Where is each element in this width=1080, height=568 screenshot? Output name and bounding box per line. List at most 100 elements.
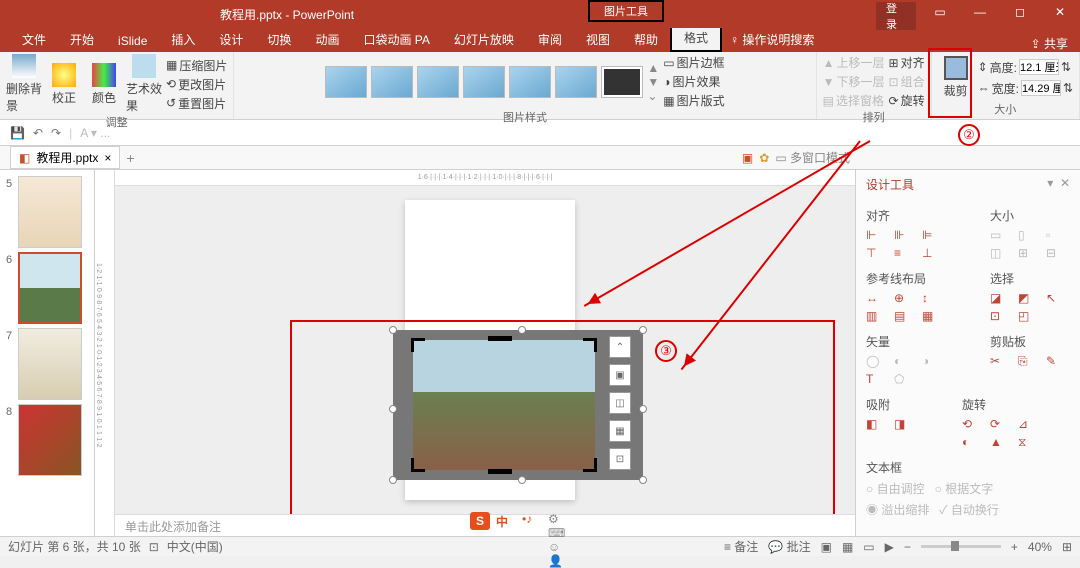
comments-toggle[interactable]: 💬 批注 — [768, 538, 810, 555]
sel-handle[interactable] — [518, 476, 526, 484]
picture-style-4[interactable] — [463, 66, 505, 98]
snap-1-icon[interactable]: ◧ — [866, 417, 884, 431]
guide-2-icon[interactable]: ⊕ — [894, 291, 912, 305]
tab-home[interactable]: 开始 — [58, 27, 106, 52]
view-normal-icon[interactable]: ▣ — [821, 540, 832, 554]
guide-1-icon[interactable]: ↔ — [866, 291, 884, 305]
align-center-icon[interactable]: ⊪ — [894, 228, 912, 242]
vec-2-icon[interactable]: ◐ — [894, 354, 912, 368]
thumb-7[interactable]: 7 — [6, 328, 88, 400]
tab-help[interactable]: 帮助 — [622, 27, 670, 52]
align-right-icon[interactable]: ⊫ — [922, 228, 940, 242]
crop-edge-top[interactable] — [488, 336, 512, 341]
redo-icon[interactable]: ↷ — [51, 126, 61, 140]
change-picture-button[interactable]: ⟲ 更改图片 — [166, 76, 227, 93]
rotate-button[interactable]: ⟳ 旋转 — [889, 92, 925, 109]
zoom-value[interactable]: 40% — [1028, 540, 1052, 554]
sel-handle[interactable] — [389, 476, 397, 484]
selection-pane-button[interactable]: ▤ 选择窗格 — [823, 92, 885, 109]
sel-handle[interactable] — [389, 326, 397, 334]
vec-1-icon[interactable]: ◯ — [866, 354, 884, 368]
thumb-8[interactable]: 8 — [6, 404, 88, 476]
color-button[interactable]: 颜色 — [86, 63, 122, 106]
crop-edge-bottom[interactable] — [488, 469, 512, 474]
undo-icon[interactable]: ↶ — [33, 126, 43, 140]
slide-thumbnails[interactable]: 5 6 7 8 — [0, 170, 95, 536]
sel-3-icon[interactable]: ↖ — [1046, 291, 1064, 305]
tab-review[interactable]: 审阅 — [526, 27, 574, 52]
contextual-tab-picture-tools[interactable]: 图片工具 — [588, 0, 664, 22]
slide-canvas[interactable]: 1·6·|·|·|·1·4·|·|·|·1·2·|·|·|·1·0·|·|·|·… — [115, 170, 855, 536]
opt-auto[interactable]: ○ 自由调控 — [866, 480, 925, 497]
thumb-5[interactable]: 5 — [6, 176, 88, 248]
sel-4-icon[interactable]: ⊡ — [990, 309, 1008, 323]
view-slideshow-icon[interactable]: ▶ — [885, 540, 894, 554]
slide-counter[interactable]: 幻灯片 第 6 张，共 10 张 — [8, 538, 141, 555]
tab-slideshow[interactable]: 幻灯片放映 — [442, 27, 526, 52]
rot-4-icon[interactable]: ◐ — [962, 435, 980, 449]
crop-corner-br[interactable] — [583, 458, 597, 472]
size-3-icon[interactable]: ⊟ — [1046, 246, 1064, 260]
sel-5-icon[interactable]: ◰ — [1018, 309, 1036, 323]
document-tab[interactable]: ◧ 教程用.pptx × — [10, 146, 120, 169]
tab-pocket[interactable]: 口袋动画 PA — [351, 27, 441, 52]
vec-t-icon[interactable]: T — [866, 372, 884, 386]
send-backward-button[interactable]: ▼ 下移一层 — [823, 73, 885, 90]
close-button[interactable]: ✕ — [1040, 0, 1080, 26]
save-icon[interactable]: 💾 — [10, 126, 25, 140]
crop-corner-tr[interactable] — [583, 338, 597, 352]
maximize-button[interactable]: ◻ — [1000, 0, 1040, 26]
artistic-effects-button[interactable]: 艺术效果 — [126, 54, 162, 114]
picture-style-1[interactable] — [325, 66, 367, 98]
picture-effects-button[interactable]: ◑ 图片效果 — [663, 73, 724, 90]
height-input[interactable] — [1019, 59, 1059, 75]
clip-3-icon[interactable]: ✎ — [1046, 354, 1064, 368]
width-field[interactable]: ⇔宽度:⇅ — [978, 80, 1073, 97]
rot-2-icon[interactable]: ⟳ — [990, 417, 1008, 431]
selected-image[interactable]: ⌃ ▣ ◫ ▦ ⊡ — [393, 330, 643, 480]
clip-2-icon[interactable]: ⎘ — [1018, 354, 1036, 368]
crop-corner-bl[interactable] — [411, 458, 425, 472]
size-w-icon[interactable]: ▭ — [990, 228, 1008, 242]
spelling-icon[interactable]: ⊡ — [149, 540, 159, 554]
vec-4-icon[interactable]: ⬠ — [894, 372, 912, 386]
tab-design[interactable]: 设计 — [207, 27, 255, 52]
size-2-icon[interactable]: ⊞ — [1018, 246, 1036, 260]
guide-5-icon[interactable]: ▤ — [894, 309, 912, 323]
picture-style-6[interactable] — [555, 66, 597, 98]
float-tool-3[interactable]: ◫ — [609, 392, 631, 414]
new-tab-button[interactable]: + — [126, 150, 134, 166]
opt-autowrap[interactable]: ✓ 自动换行 — [939, 501, 999, 518]
align-left-icon[interactable]: ⊩ — [866, 228, 884, 242]
tab-insert[interactable]: 插入 — [159, 27, 207, 52]
opt-overflow[interactable]: ◉ 溢出缩排 — [866, 501, 929, 518]
snap-2-icon[interactable]: ◨ — [894, 417, 912, 431]
view-reading-icon[interactable]: ▭ — [863, 540, 874, 554]
tab-islide[interactable]: iSlide — [106, 30, 159, 52]
tab-file[interactable]: 文件 — [10, 27, 58, 52]
view-sorter-icon[interactable]: ▦ — [842, 540, 853, 554]
sel-handle[interactable] — [518, 326, 526, 334]
align-top-icon[interactable]: ⊤ — [866, 246, 884, 260]
remove-background-button[interactable]: 删除背景 — [6, 54, 42, 114]
float-tool-1[interactable]: ⌃ — [609, 336, 631, 358]
picture-style-7[interactable] — [601, 66, 643, 98]
size-1-icon[interactable]: ◫ — [990, 246, 1008, 260]
float-tool-5[interactable]: ⊡ — [609, 448, 631, 470]
picture-layout-button[interactable]: ▦ 图片版式 — [663, 92, 724, 109]
float-tool-2[interactable]: ▣ — [609, 364, 631, 386]
style-gallery-scroll[interactable]: ▲▼⌄ — [647, 61, 659, 103]
rot-3-icon[interactable]: ⊿ — [1018, 417, 1036, 431]
sel-handle[interactable] — [389, 405, 397, 413]
reset-picture-button[interactable]: ↺ 重置图片 — [166, 95, 227, 112]
sel-handle[interactable] — [639, 405, 647, 413]
zoom-slider[interactable] — [921, 545, 1001, 548]
size-s-icon[interactable]: ▫ — [1046, 228, 1064, 242]
bring-forward-button[interactable]: ▲ 上移一层 — [823, 54, 885, 71]
sel-handle[interactable] — [639, 476, 647, 484]
rot-1-icon[interactable]: ⟲ — [962, 417, 980, 431]
rot-6-icon[interactable]: ⧖ — [1018, 435, 1036, 449]
tab-view[interactable]: 视图 — [574, 27, 622, 52]
thumb-6[interactable]: 6 — [6, 252, 88, 324]
ime-lang[interactable]: 中 — [496, 512, 516, 530]
